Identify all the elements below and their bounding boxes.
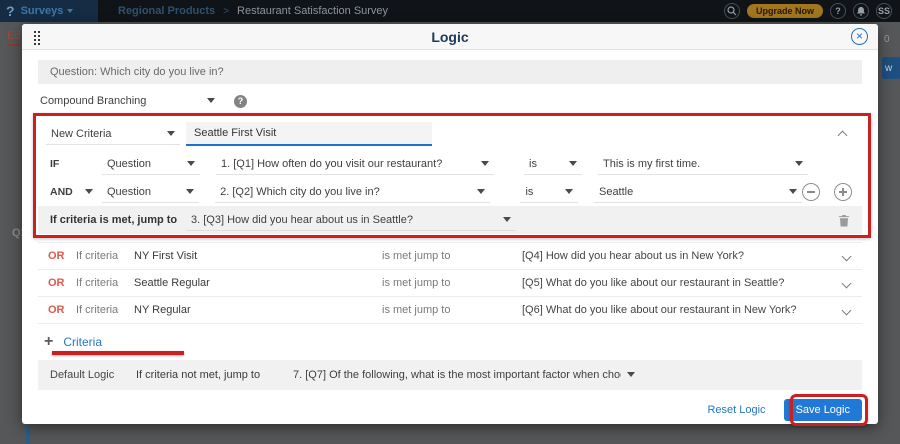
condition-value-select[interactable]: This is my first time.	[598, 153, 808, 175]
default-jump-question-select[interactable]: 7. [Q7] Of the following, what is the mo…	[288, 364, 640, 386]
criteria-target-question: [Q5] What do you like about our restaura…	[522, 277, 843, 289]
add-criteria-row: + Criteria	[38, 332, 862, 352]
remove-condition-icon[interactable]	[802, 183, 820, 201]
branching-type-select[interactable]: Compound Branching	[40, 90, 220, 112]
condition-question-select[interactable]: 1. [Q1] How often do you visit our resta…	[216, 153, 494, 175]
topbar-actions: Upgrade Now ? SS	[724, 3, 900, 19]
expand-chevron-down-icon[interactable]	[842, 278, 852, 288]
or-label: OR	[48, 250, 76, 262]
condition-value-select[interactable]: Seattle	[594, 181, 802, 203]
modal-title: Logic	[22, 29, 878, 45]
branching-type-row: Compound Branching ?	[38, 92, 862, 110]
caret-down-icon	[481, 161, 489, 166]
not-met-label: If criteria not met, jump to	[136, 369, 288, 381]
criteria-name: NY Regular	[134, 304, 382, 316]
condition-row-actions	[802, 183, 854, 201]
or-label: OR	[48, 277, 76, 289]
background-button-fragment: w	[882, 57, 900, 79]
and-operator-select[interactable]: AND	[46, 181, 98, 203]
met-jump-label: is met jump to	[382, 250, 522, 262]
save-logic-button[interactable]: Save Logic	[784, 399, 862, 421]
criteria-name: Seattle Regular	[134, 277, 382, 289]
caret-down-icon	[789, 189, 797, 194]
caret-down-icon	[503, 217, 511, 222]
criteria-target-question: [Q6] What do you like about our restaura…	[522, 304, 843, 316]
app-logo-icon: ?	[6, 3, 15, 19]
and-operator-wrap: AND	[46, 181, 102, 203]
jump-to-row: If criteria is met, jump to 3. [Q3] How …	[38, 206, 862, 234]
modal-body: Question: Which city do you live in? Com…	[22, 60, 878, 422]
caret-down-icon	[627, 372, 635, 377]
expand-chevron-down-icon[interactable]	[842, 251, 852, 261]
caret-down-icon	[167, 131, 175, 136]
saved-criteria-row[interactable]: OR If criteria NY First Visit is met jum…	[38, 243, 862, 270]
condition-row-and: AND Question 2. [Q2] Which city do you l…	[38, 178, 862, 206]
if-label: IF	[46, 158, 102, 170]
criteria-name-input[interactable]	[186, 122, 432, 146]
breadcrumb-survey-title: Restaurant Satisfaction Survey	[237, 5, 388, 17]
caret-down-icon	[187, 161, 195, 166]
delete-criteria-trash-icon[interactable]	[838, 214, 850, 227]
saved-criteria-row[interactable]: OR If criteria NY Regular is met jump to…	[38, 297, 862, 324]
caret-down-icon	[186, 189, 194, 194]
chevron-down-icon	[67, 9, 73, 13]
breadcrumb-separator: >	[223, 6, 229, 17]
saved-criteria-list: OR If criteria NY First Visit is met jum…	[38, 242, 862, 324]
brand-area: ? Surveys	[0, 0, 98, 22]
background-panel-edge	[26, 426, 30, 444]
jump-to-label: If criteria is met, jump to	[50, 214, 178, 226]
modal-header: Logic ×	[22, 24, 878, 50]
add-condition-icon[interactable]	[834, 183, 852, 201]
caret-down-icon	[207, 98, 215, 103]
expand-chevron-down-icon[interactable]	[842, 305, 852, 315]
if-criteria-label: If criteria	[76, 277, 134, 289]
met-jump-label: is met jump to	[382, 277, 522, 289]
search-icon[interactable]	[724, 3, 740, 19]
reset-logic-link[interactable]: Reset Logic	[707, 404, 765, 416]
met-jump-label: is met jump to	[382, 304, 522, 316]
breadcrumb-product[interactable]: Regional Products	[118, 5, 215, 17]
close-icon[interactable]: ×	[851, 28, 868, 45]
caret-down-icon	[569, 161, 577, 166]
condition-row-if: IF Question 1. [Q1] How often do you vis…	[38, 150, 862, 178]
nav-surveys[interactable]: Surveys	[21, 5, 74, 17]
background-count: 0	[884, 34, 890, 45]
avatar[interactable]: SS	[876, 3, 892, 19]
default-logic-row: Default Logic If criteria not met, jump …	[38, 360, 862, 390]
jump-to-question-select[interactable]: 3. [Q3] How did you hear about us in Sea…	[186, 209, 516, 231]
background-edit-tab: Ed	[7, 30, 20, 46]
caret-down-icon	[795, 161, 803, 166]
criteria-name-row: New Criteria	[38, 118, 862, 150]
comparator-select[interactable]: is	[524, 153, 582, 175]
caret-down-icon	[85, 189, 93, 194]
top-navigation-bar: ? Surveys Regional Products > Restaurant…	[0, 0, 900, 22]
question-header: Question: Which city do you live in?	[38, 60, 862, 84]
help-icon[interactable]: ?	[830, 3, 846, 19]
or-label: OR	[48, 304, 76, 316]
default-logic-label: Default Logic	[50, 369, 136, 381]
upgrade-now-button[interactable]: Upgrade Now	[747, 4, 823, 18]
saved-criteria-row[interactable]: OR If criteria Seattle Regular is met ju…	[38, 270, 862, 297]
if-criteria-label: If criteria	[76, 304, 134, 316]
modal-footer: Reset Logic Save Logic	[38, 398, 862, 422]
condition-type-select[interactable]: Question	[102, 181, 199, 203]
criteria-editor: New Criteria IF Question 1. [Q1] How oft…	[38, 118, 862, 234]
plus-icon[interactable]: +	[44, 334, 53, 350]
logic-modal: Logic × Question: Which city do you live…	[22, 24, 878, 424]
add-criteria-link[interactable]: Criteria	[63, 335, 102, 349]
criteria-target-question: [Q4] How did you hear about us in New Yo…	[522, 250, 843, 262]
condition-question-select[interactable]: 2. [Q2] Which city do you live in?	[215, 181, 490, 203]
if-criteria-label: If criteria	[76, 250, 134, 262]
criteria-select[interactable]: New Criteria	[46, 123, 180, 145]
notifications-bell-icon[interactable]	[853, 3, 869, 19]
caret-down-icon	[477, 189, 485, 194]
criteria-name: NY First Visit	[134, 250, 382, 262]
comparator-select[interactable]: is	[520, 181, 578, 203]
condition-type-select[interactable]: Question	[102, 153, 200, 175]
collapse-chevron-up-icon[interactable]	[838, 131, 848, 141]
caret-down-icon	[565, 189, 573, 194]
branching-help-icon[interactable]: ?	[234, 95, 247, 108]
breadcrumb: Regional Products > Restaurant Satisfact…	[118, 5, 388, 17]
